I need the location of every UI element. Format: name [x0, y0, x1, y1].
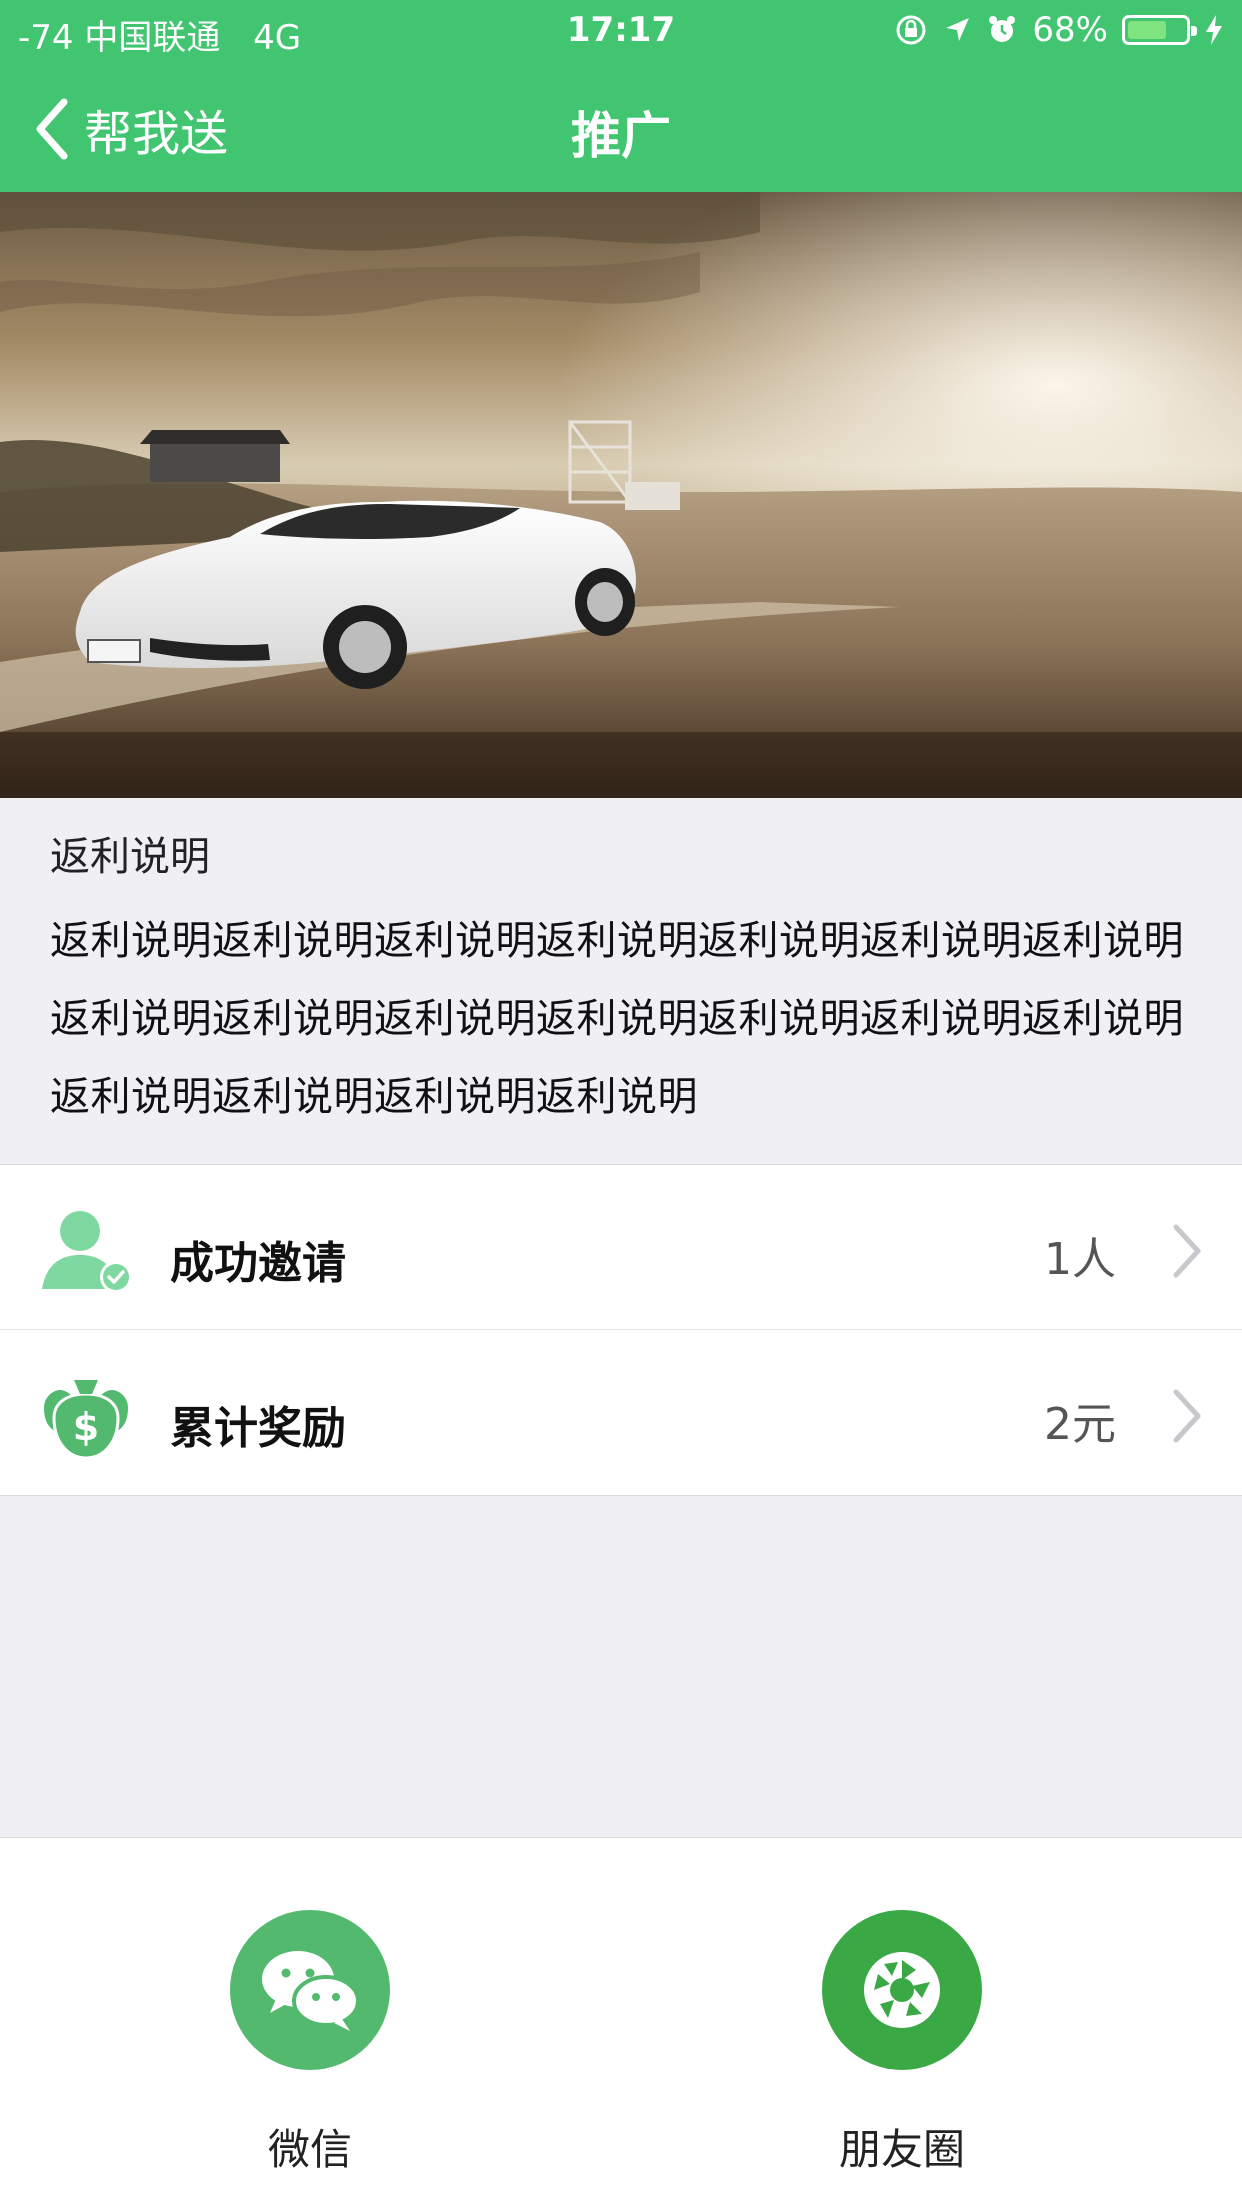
user-check-icon [42, 1211, 132, 1293]
share-wechat-button[interactable]: 微信 [200, 1910, 420, 2177]
successful-invites-row[interactable]: 成功邀请 1人 [0, 1165, 1242, 1330]
total-rewards-row[interactable]: $ 累计奖励 2元 [0, 1330, 1242, 1495]
status-icons: 68% [894, 10, 1224, 50]
rebate-description: 返利说明返利说明返利说明返利说明返利说明返利说明返利说明返利说明返利说明返利说明… [50, 918, 1184, 1120]
wechat-icon [230, 1910, 390, 2070]
chevron-right-icon [1173, 1389, 1201, 1443]
banner-image [0, 192, 1242, 798]
rebate-section: 返利说明 返利说明返利说明返利说明返利说明返利说明返利说明返利说明返利说明返利说… [0, 798, 1242, 1164]
page-title: 推广 [571, 107, 671, 165]
moments-label: 朋友圈 [838, 2125, 965, 2174]
chevron-right-icon [1173, 1224, 1201, 1278]
share-panel: 微信 朋友圈 [0, 1837, 1242, 2208]
stats-list: 成功邀请 1人 $ 累计奖励 2元 [0, 1164, 1242, 1496]
charging-icon [1206, 15, 1222, 45]
location-icon [946, 18, 970, 41]
header: -74 中国联通 4G 17:17 68% 帮我送 推广 [0, 0, 1242, 192]
money-bags-icon: $ [44, 1380, 128, 1460]
alarm-icon [989, 16, 1016, 42]
row-label: 累计奖励 [170, 1403, 346, 1454]
share-moments-button[interactable]: 朋友圈 [792, 1910, 1012, 2177]
row-label: 成功邀请 [170, 1238, 346, 1289]
promo-banner [0, 192, 1242, 798]
row-value: 1人 [1044, 1234, 1116, 1285]
row-value: 2元 [1044, 1399, 1116, 1450]
battery-percent: 68% [1032, 10, 1108, 50]
svg-text:$: $ [73, 1405, 99, 1449]
status-bar: -74 中国联通 4G 17:17 68% [0, 0, 1242, 62]
rebate-title: 返利说明 [50, 834, 210, 880]
battery-icon [1122, 15, 1197, 45]
orientation-lock-icon [896, 15, 926, 45]
moments-icon [822, 1910, 982, 2070]
wechat-label: 微信 [267, 2125, 352, 2174]
nav-bar: 帮我送 推广 [0, 62, 1242, 192]
battery-fill [1128, 21, 1166, 39]
